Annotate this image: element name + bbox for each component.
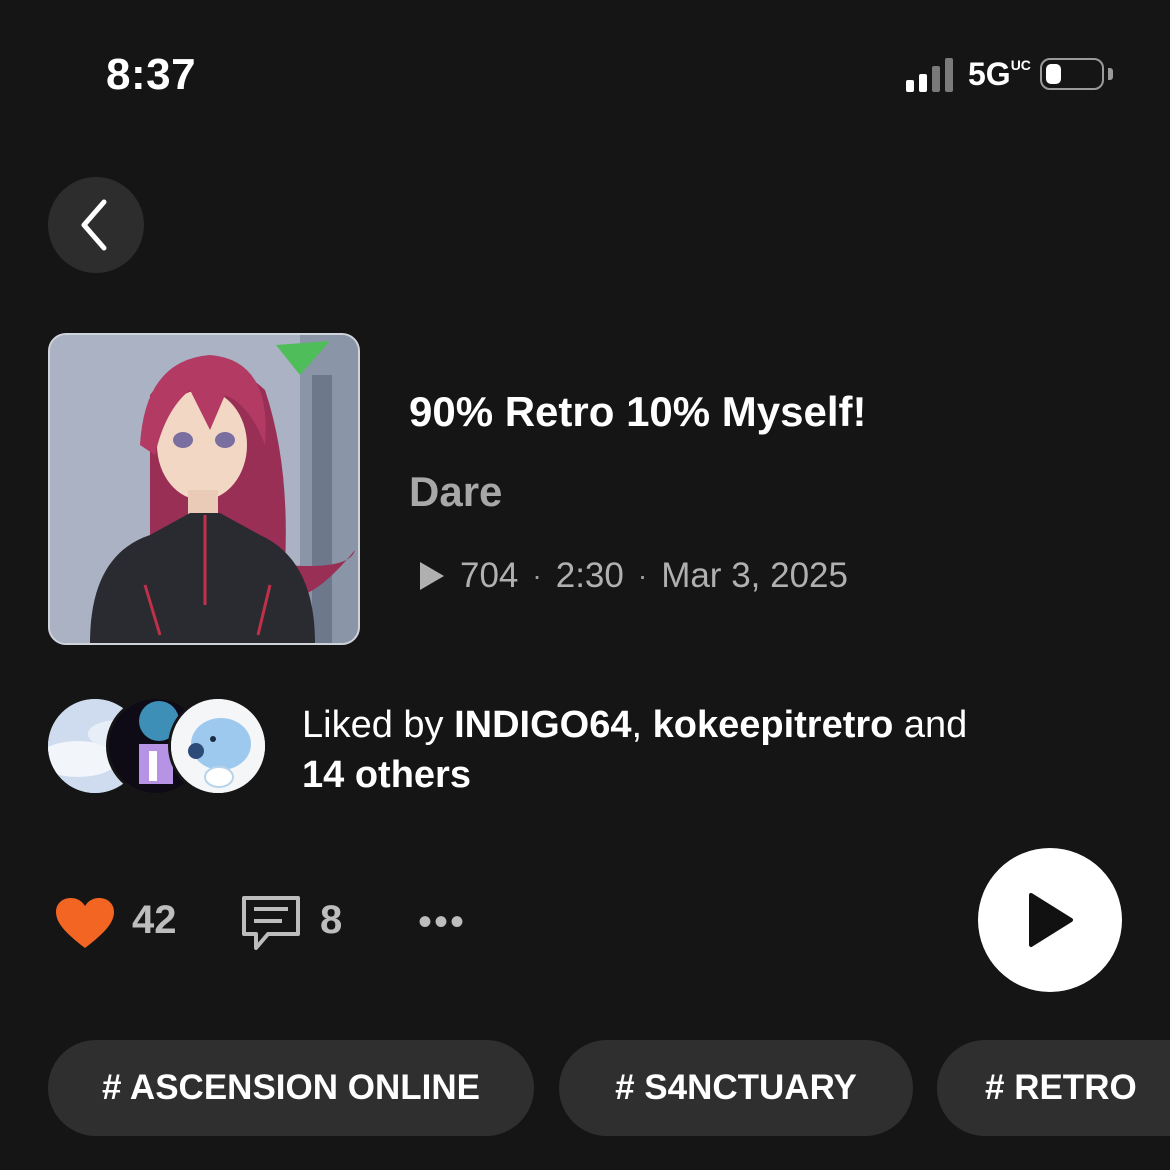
chevron-left-icon bbox=[81, 199, 107, 251]
play-count-icon bbox=[420, 562, 444, 590]
comment-count: 8 bbox=[320, 898, 343, 942]
battery-icon bbox=[1040, 58, 1104, 90]
network-sub: UC bbox=[1010, 57, 1031, 73]
track-cover-art[interactable] bbox=[48, 333, 360, 645]
track-duration: 2:30 bbox=[555, 556, 624, 595]
track-title: 90% Retro 10% Myself! bbox=[409, 388, 867, 435]
liked-by-text[interactable]: Liked by INDIGO64, kokeepitretro and 14 … bbox=[302, 700, 1102, 800]
play-count: 704 bbox=[460, 556, 519, 595]
liker-avatar-3[interactable] bbox=[168, 696, 268, 796]
network-indicator: 5GUC bbox=[968, 56, 1031, 92]
comment-button[interactable] bbox=[240, 894, 302, 952]
tag-chip-s4nctuary[interactable]: # S4NCTUARY bbox=[559, 1040, 913, 1136]
tag-chip-retro[interactable]: # RETRO bbox=[937, 1040, 1170, 1136]
like-count: 42 bbox=[132, 898, 177, 942]
meta-separator: · bbox=[532, 560, 542, 591]
track-meta: 704 · 2:30 · Mar 3, 2025 bbox=[418, 556, 848, 596]
play-button[interactable] bbox=[978, 848, 1122, 992]
play-icon bbox=[1029, 893, 1073, 947]
tag-chip-ascension-online[interactable]: # ASCENSION ONLINE bbox=[48, 1040, 534, 1136]
heart-icon bbox=[56, 898, 114, 948]
battery-cap bbox=[1108, 68, 1113, 80]
artist-name[interactable]: Dare bbox=[409, 468, 502, 516]
release-date: Mar 3, 2025 bbox=[661, 556, 848, 595]
liker-name-1: INDIGO64 bbox=[454, 704, 632, 746]
like-button[interactable] bbox=[54, 896, 116, 950]
liker-others: 14 others bbox=[302, 754, 471, 796]
more-options-button[interactable]: ••• bbox=[418, 900, 466, 945]
back-button[interactable] bbox=[48, 177, 144, 273]
comment-icon bbox=[242, 896, 300, 950]
status-time: 8:37 bbox=[106, 50, 197, 99]
cellular-signal-icon bbox=[906, 56, 960, 92]
liker-name-2: kokeepitretro bbox=[652, 704, 894, 746]
meta-separator: · bbox=[637, 560, 648, 591]
